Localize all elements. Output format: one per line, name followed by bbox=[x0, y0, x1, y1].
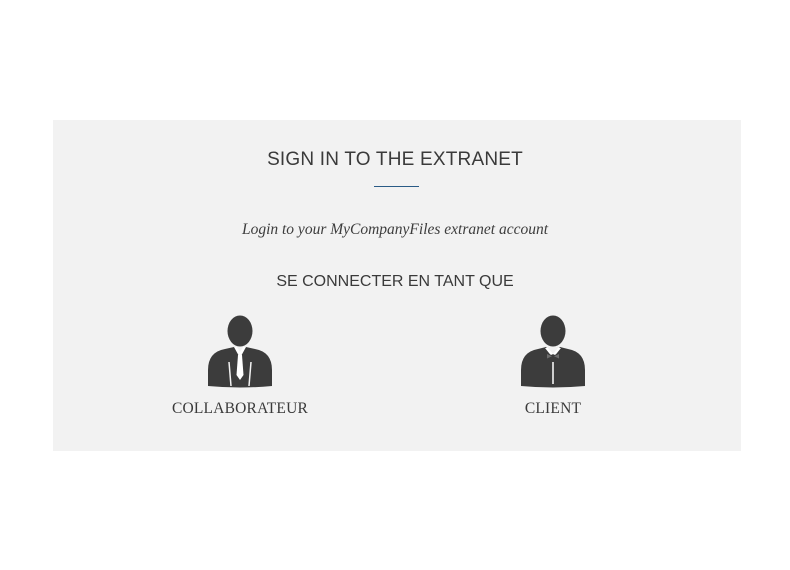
page-subtitle: Login to your MyCompanyFiles extranet ac… bbox=[241, 221, 549, 238]
collaborateur-login-option[interactable]: COLLABORATEUR bbox=[140, 312, 340, 418]
collaborateur-label: COLLABORATEUR bbox=[171, 400, 309, 417]
client-bowtie-icon bbox=[521, 315, 585, 388]
page-title: SIGN IN TO THE EXTRANET bbox=[267, 149, 523, 170]
client-label: CLIENT bbox=[524, 400, 582, 417]
connect-as-heading: SE CONNECTER EN TANT QUE bbox=[276, 273, 514, 290]
client-login-option[interactable]: CLIENT bbox=[453, 312, 653, 418]
title-divider bbox=[374, 186, 419, 187]
employee-tie-icon bbox=[208, 315, 272, 388]
